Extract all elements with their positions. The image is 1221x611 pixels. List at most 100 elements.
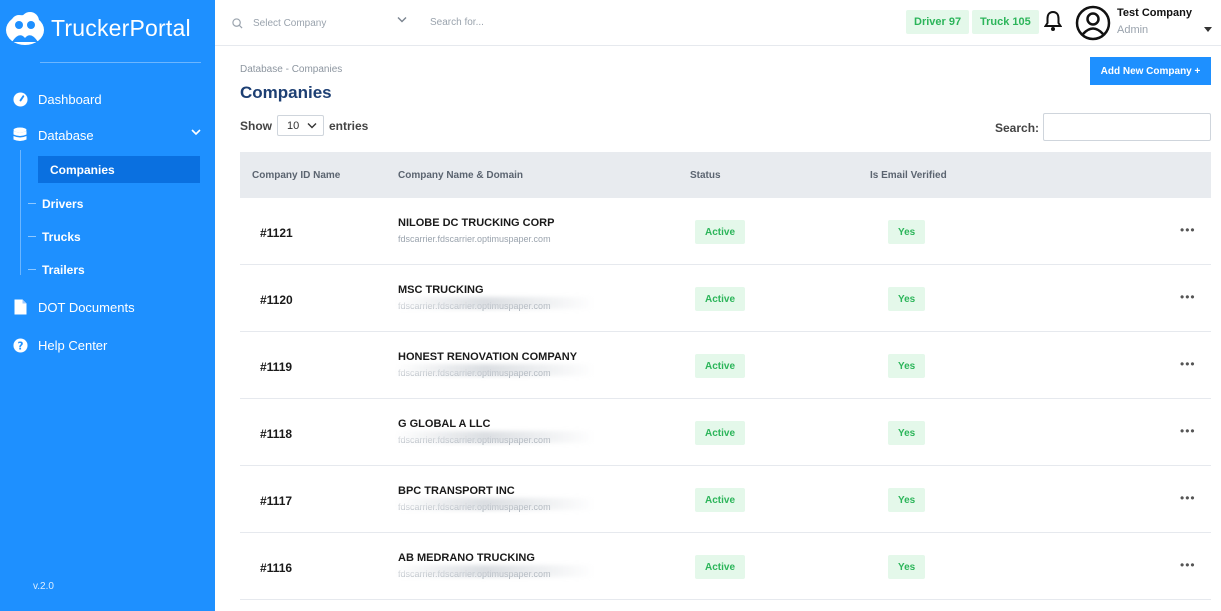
table-search-input[interactable]	[1043, 113, 1211, 141]
global-search-input[interactable]: Search for...	[430, 17, 484, 28]
redaction-blur	[395, 297, 595, 309]
company-name[interactable]: NILOBE DC TRUCKING CORP	[398, 217, 554, 229]
redaction-blur	[395, 565, 595, 577]
redaction-blur	[395, 364, 595, 376]
more-actions-icon[interactable]: •••	[1180, 424, 1196, 438]
submenu-tick	[28, 269, 36, 270]
email-verified-badge: Yes	[888, 354, 926, 378]
column-header-company[interactable]: Company Name & Domain	[398, 170, 523, 181]
sidebar-item-help-center[interactable]: ? Help Center	[12, 332, 201, 358]
status-badge: Active	[695, 555, 746, 579]
company-id: #1117	[260, 494, 293, 508]
topbar: Select Company Search for... Driver 97 T…	[215, 0, 1221, 46]
more-actions-icon[interactable]: •••	[1180, 357, 1196, 371]
sidebar-subitem-label: Trailers	[42, 262, 85, 277]
search-icon	[232, 17, 243, 29]
sidebar-subitem-label: Drivers	[42, 196, 84, 211]
email-verified-badge: Yes	[888, 287, 926, 311]
svg-text:?: ?	[17, 340, 23, 352]
sidebar: TruckerPortal Dashboard Database Compani…	[0, 0, 215, 611]
status-badge: Active	[695, 488, 746, 512]
chevron-down-icon[interactable]	[191, 128, 201, 136]
trucker-portal-logo-icon	[6, 12, 44, 45]
company-select-placeholder: Select Company	[253, 17, 327, 29]
more-actions-icon[interactable]: •••	[1180, 223, 1196, 237]
table-row[interactable]: #1120MSC TRUCKINGfdscarrier.fdscarrier.o…	[240, 266, 1211, 332]
chevron-down-icon	[307, 123, 317, 129]
submenu-tick	[28, 236, 36, 237]
more-actions-icon[interactable]: •••	[1180, 290, 1196, 304]
truck-count-chip[interactable]: Truck 105	[972, 10, 1039, 34]
sidebar-subitem-label: Trucks	[42, 229, 81, 244]
table-row[interactable]: #1116AB MEDRANO TRUCKINGfdscarrier.fdsca…	[240, 534, 1211, 600]
sidebar-item-database[interactable]: Database	[12, 122, 201, 148]
sidebar-subitem-label: Companies	[50, 162, 115, 177]
more-actions-icon[interactable]: •••	[1180, 491, 1196, 505]
sidebar-subitem-trucks[interactable]: Trucks	[28, 223, 200, 250]
add-new-company-button[interactable]: Add New Company +	[1090, 57, 1211, 85]
sidebar-item-dashboard[interactable]: Dashboard	[12, 86, 201, 112]
column-header-status[interactable]: Status	[690, 170, 721, 181]
status-badge: Active	[695, 421, 746, 445]
email-verified-badge: Yes	[888, 488, 926, 512]
sidebar-subitem-drivers[interactable]: Drivers	[28, 190, 200, 217]
user-role: Admin	[1117, 24, 1149, 36]
sidebar-item-label: Database	[38, 127, 94, 143]
entries-control: Show 10 entries	[240, 115, 368, 136]
email-verified-badge: Yes	[888, 555, 926, 579]
sidebar-subitem-companies[interactable]: Companies	[38, 156, 200, 183]
company-name[interactable]: HONEST RENOVATION COMPANY	[398, 351, 577, 363]
app-version: v.2.0	[33, 581, 54, 592]
sidebar-divider	[40, 62, 201, 63]
sidebar-item-dot-documents[interactable]: DOT Documents	[12, 294, 201, 320]
company-select[interactable]: Select Company	[232, 13, 407, 33]
company-name[interactable]: MSC TRUCKING	[398, 284, 484, 296]
sidebar-item-label: Help Center	[38, 337, 108, 353]
status-badge: Active	[695, 287, 746, 311]
page-title: Companies	[240, 83, 332, 102]
brand-name: TruckerPortal	[51, 14, 191, 41]
column-header-id[interactable]: Company ID Name	[252, 170, 340, 181]
company-domain: fdscarrier.fdscarrier.optimuspaper.com	[398, 234, 551, 244]
entries-value: 10	[287, 119, 300, 132]
column-header-email-verified[interactable]: Is Email Verified	[870, 170, 947, 181]
status-badge: Active	[695, 220, 746, 244]
table-row[interactable]: #1118G GLOBAL A LLCfdscarrier.fdscarrier…	[240, 400, 1211, 466]
company-name[interactable]: AB MEDRANO TRUCKING	[398, 552, 535, 564]
table-search-label: Search:	[995, 121, 1040, 135]
sidebar-item-label: Dashboard	[38, 91, 102, 107]
submenu-guide-line	[20, 150, 21, 275]
email-verified-badge: Yes	[888, 220, 926, 244]
table-row[interactable]: #1121 NILOBE DC TRUCKING CORP fdscarrier.f…	[240, 199, 1211, 265]
show-label: Show	[240, 118, 272, 133]
breadcrumb: Database - Companies	[240, 64, 343, 75]
sidebar-item-label: DOT Documents	[38, 299, 135, 315]
sidebar-subitem-trailers[interactable]: Trailers	[28, 256, 200, 283]
entries-label: entries	[329, 118, 369, 133]
table-row[interactable]: #1119HONEST RENOVATION COMPANYfdscarrier…	[240, 333, 1211, 399]
more-actions-icon[interactable]: •••	[1180, 558, 1196, 572]
company-id: #1121	[260, 226, 293, 240]
email-verified-badge: Yes	[888, 421, 926, 445]
table-row[interactable]: #1117BPC TRANSPORT INCfdscarrier.fdscarr…	[240, 467, 1211, 533]
company-id: #1118	[260, 427, 293, 441]
brand-logo[interactable]: TruckerPortal	[5, 8, 191, 48]
user-name: Test Company	[1117, 7, 1192, 19]
database-icon	[12, 127, 28, 143]
redaction-blur	[395, 498, 595, 510]
submenu-tick	[28, 203, 36, 204]
company-name[interactable]: BPC TRANSPORT INC	[398, 485, 515, 497]
entries-select[interactable]: 10	[277, 115, 324, 136]
driver-count-chip[interactable]: Driver 97	[906, 10, 970, 34]
caret-down-icon[interactable]	[1204, 27, 1212, 33]
gauge-icon	[12, 91, 28, 107]
redaction-blur	[395, 431, 595, 443]
chevron-down-icon	[397, 17, 407, 23]
bell-icon[interactable]	[1044, 10, 1062, 32]
company-id: #1119	[260, 360, 293, 374]
company-id: #1120	[260, 293, 293, 307]
user-avatar-icon[interactable]	[1075, 5, 1111, 41]
company-name[interactable]: G GLOBAL A LLC	[398, 418, 490, 430]
company-id: #1116	[260, 561, 293, 575]
help-icon: ?	[12, 337, 28, 353]
